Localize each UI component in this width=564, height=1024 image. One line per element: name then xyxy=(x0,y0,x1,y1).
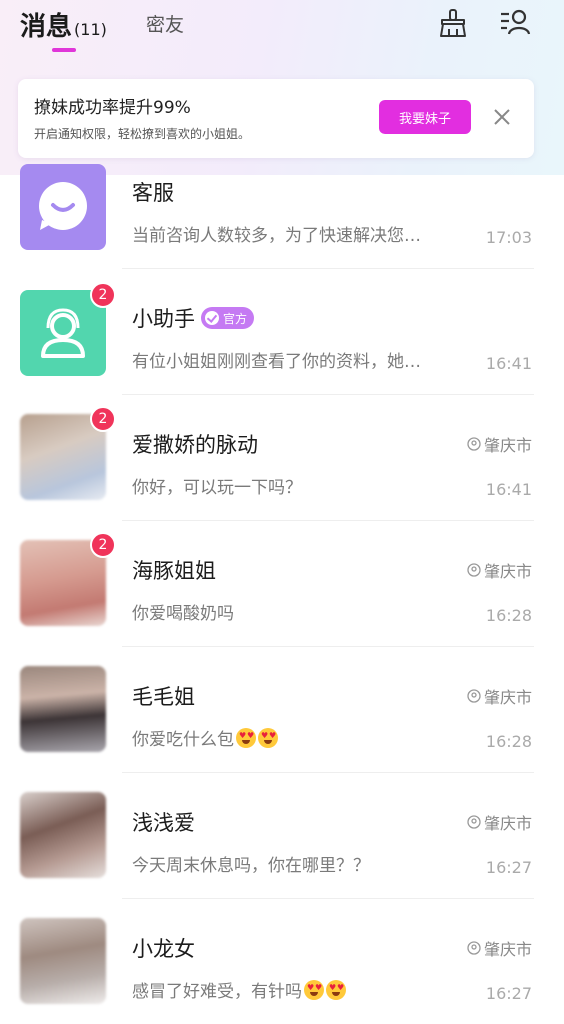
unread-badge: 2 xyxy=(90,532,116,558)
conversation-item[interactable]: 毛毛姐 肇庆市 你爱吃什么包 16:28 xyxy=(0,664,564,791)
unread-badge: 2 xyxy=(90,282,116,308)
divider xyxy=(122,646,534,647)
message-time: 17:03 xyxy=(485,228,532,247)
heart-eyes-emoji xyxy=(236,728,256,748)
location-pin-icon xyxy=(467,689,481,703)
enable-notifications-button[interactable]: 我要妹子 xyxy=(379,100,471,134)
divider xyxy=(122,898,534,899)
conversation-item[interactable]: 2 爱撒娇的脉动 肇庆市 你好，可以玩一下吗？ 16:41 xyxy=(0,406,564,539)
conversation-item[interactable]: 2 海豚姐姐 肇庆市 你爱喝酸奶吗 16:28 xyxy=(0,532,564,665)
divider xyxy=(122,394,534,395)
message-preview: 你好，可以玩一下吗？ xyxy=(132,478,302,498)
banner-title: 撩妹成功率提升99% xyxy=(34,98,191,118)
tab-messages[interactable]: 消息 (11) xyxy=(20,6,107,43)
message-preview-text: 感冒了好难受，有针吗 xyxy=(132,982,302,1002)
chat-bubble-icon xyxy=(39,182,87,230)
conversation-item[interactable]: 2 小助手 官方 有位小姐姐刚刚查看了你的资料，她… 16:41 xyxy=(0,282,564,413)
contacts-icon[interactable] xyxy=(498,6,532,40)
avatar xyxy=(20,666,106,752)
conversation-item[interactable]: 浅浅爱 肇庆市 今天周末休息吗，你在哪里？？ 16:27 xyxy=(0,790,564,917)
avatar xyxy=(20,918,106,1004)
contact-name: 客服 xyxy=(132,181,174,205)
message-preview: 有位小姐姐刚刚查看了你的资料，她… xyxy=(132,352,421,372)
notification-banner: 撩妹成功率提升99% 开启通知权限，轻松撩到喜欢的小姐姐。 我要妹子 xyxy=(18,79,534,158)
message-time: 16:28 xyxy=(485,606,532,625)
avatar xyxy=(20,164,106,250)
location-label: 肇庆市 xyxy=(483,688,532,707)
message-preview: 你爱喝酸奶吗 xyxy=(132,604,234,624)
contact-name: 小龙女 xyxy=(132,937,195,961)
smiling-hearts-emoji xyxy=(326,980,346,1000)
official-tag-label: 官方 xyxy=(223,311,248,326)
message-time: 16:41 xyxy=(485,480,532,499)
contact-name: 爱撒娇的脉动 xyxy=(132,433,258,457)
tab-friends[interactable]: 密友 xyxy=(146,10,184,37)
tab-messages-label: 消息 xyxy=(20,12,73,42)
location-pin-icon xyxy=(467,941,481,955)
tab-messages-count: (11) xyxy=(74,20,107,39)
smiling-hearts-emoji xyxy=(304,980,324,1000)
location-pin-icon xyxy=(467,437,481,451)
message-time: 16:28 xyxy=(485,732,532,751)
broom-icon[interactable] xyxy=(436,6,470,40)
location: 肇庆市 xyxy=(467,810,532,834)
contact-name: 浅浅爱 xyxy=(132,811,195,835)
message-time: 16:41 xyxy=(485,354,532,373)
message-time: 16:27 xyxy=(485,984,532,1003)
official-tag: 官方 xyxy=(201,307,255,329)
location-label: 肇庆市 xyxy=(483,436,532,455)
location-pin-icon xyxy=(467,815,481,829)
close-icon[interactable] xyxy=(490,105,514,129)
header: 消息 (11) 密友 xyxy=(0,0,564,60)
message-preview: 当前咨询人数较多，为了快速解决您… xyxy=(132,226,421,246)
location: 肇庆市 xyxy=(467,558,532,582)
location: 肇庆市 xyxy=(467,432,532,456)
heart-eyes-emoji xyxy=(258,728,278,748)
message-preview: 你爱吃什么包 xyxy=(132,725,278,750)
conversation-item[interactable]: 小龙女 肇庆市 感冒了好难受，有针吗 16:27 xyxy=(0,916,564,1024)
divider xyxy=(122,268,534,269)
divider xyxy=(122,520,534,521)
banner-subtitle: 开启通知权限，轻松撩到喜欢的小姐姐。 xyxy=(34,127,251,141)
location-label: 肇庆市 xyxy=(483,562,532,581)
message-preview-text: 你爱吃什么包 xyxy=(132,730,234,750)
divider xyxy=(122,772,534,773)
location-label: 肇庆市 xyxy=(483,940,532,959)
message-time: 16:27 xyxy=(485,858,532,877)
conversation-item[interactable]: 客服 当前咨询人数较多，为了快速解决您… 17:03 xyxy=(0,160,564,287)
location-pin-icon xyxy=(467,563,481,577)
active-tab-indicator xyxy=(52,48,76,52)
location-label: 肇庆市 xyxy=(483,814,532,833)
contact-name: 毛毛姐 xyxy=(132,685,195,709)
unread-badge: 2 xyxy=(90,406,116,432)
contact-name-row: 小助手 官方 xyxy=(132,303,255,333)
message-preview: 今天周末休息吗，你在哪里？？ xyxy=(132,856,370,876)
contact-name: 小助手 xyxy=(132,307,195,331)
avatar xyxy=(20,792,106,878)
contact-name: 海豚姐姐 xyxy=(132,559,216,583)
message-preview: 感冒了好难受，有针吗 xyxy=(132,977,346,1002)
location: 肇庆市 xyxy=(467,936,532,960)
verified-check-icon xyxy=(205,311,219,325)
location: 肇庆市 xyxy=(467,684,532,708)
